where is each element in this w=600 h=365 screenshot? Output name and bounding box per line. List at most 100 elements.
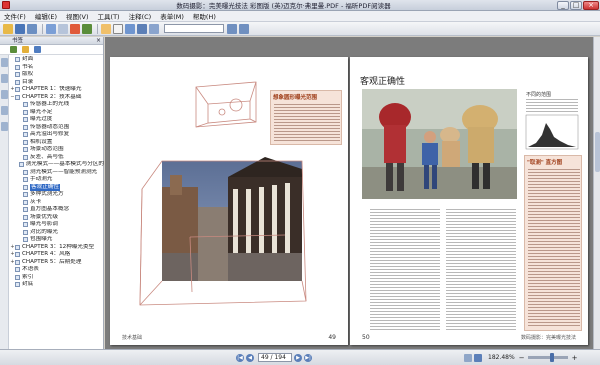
bookmark-item[interactable]: 对比的曝光 xyxy=(10,229,104,237)
hand-tool-icon[interactable] xyxy=(101,23,111,34)
zoom-level[interactable]: 182.48% xyxy=(488,354,515,361)
bookmark-item[interactable]: 传感器上的光线 xyxy=(10,101,104,109)
bookmark-options-icon[interactable] xyxy=(34,46,41,53)
expand-bookmark-icon[interactable] xyxy=(10,46,17,53)
find-prev-icon[interactable] xyxy=(227,23,237,34)
open-icon[interactable] xyxy=(3,23,13,34)
bookmark-item[interactable]: 曝光过度 xyxy=(10,116,104,124)
print-icon[interactable] xyxy=(27,23,37,34)
bookmark-label: 曝光不足 xyxy=(30,108,53,115)
status-bar: |◀ ◀ 49 / 194 ▶ ▶| 182.48% − + xyxy=(0,349,600,365)
bookmark-item[interactable]: 版权 xyxy=(10,71,104,79)
save-icon[interactable] xyxy=(15,23,25,34)
bookmark-label: 术语表 xyxy=(22,266,39,272)
bookmark-label: 直方图基本概念 xyxy=(30,206,70,212)
bookmark-item[interactable]: 相机设置 xyxy=(10,139,104,147)
bookmark-icon xyxy=(23,169,28,175)
minimize-button[interactable]: _ xyxy=(557,0,569,10)
bookmark-item[interactable]: 曝光不足 xyxy=(10,109,104,117)
zoom-slider[interactable] xyxy=(527,353,568,362)
bookmark-icon xyxy=(15,57,20,63)
menu-bar: 文件(F) 编辑(E) 视图(V) 工具(T) 注释(C) 表单(M) 帮助(H… xyxy=(0,11,600,22)
menu-file[interactable]: 文件(F) xyxy=(4,11,26,21)
panel-close-icon[interactable]: × xyxy=(96,37,101,45)
bookmark-label: 曝光过度 xyxy=(30,116,53,122)
scrollbar-thumb[interactable] xyxy=(595,132,600,172)
find-next-icon[interactable] xyxy=(239,23,249,34)
snapshot-icon[interactable] xyxy=(125,23,135,34)
bookmark-item[interactable]: 曝光与影调 xyxy=(10,221,104,229)
bookmark-item[interactable]: 反差、高与低 xyxy=(10,154,104,162)
find-input[interactable] xyxy=(164,24,224,33)
bookmark-label: 客观正确性 xyxy=(30,183,60,191)
menu-edit[interactable]: 编辑(E) xyxy=(35,11,57,21)
prev-page-icon[interactable]: ◀ xyxy=(246,353,254,362)
attachments-tab-icon[interactable] xyxy=(1,122,8,131)
menu-comment[interactable]: 注释(C) xyxy=(129,11,152,21)
undo-icon[interactable] xyxy=(82,23,92,34)
menu-help[interactable]: 帮助(H) xyxy=(193,11,216,21)
bookmark-item[interactable]: 手动测光 xyxy=(10,176,104,184)
bookmark-item[interactable]: 场景优先级 xyxy=(10,214,104,222)
body-text-column-1 xyxy=(370,207,440,332)
bookmark-label: 对比的曝光 xyxy=(30,228,58,235)
next-page-icon[interactable]: ▶ xyxy=(294,353,302,362)
bookmark-item[interactable]: + CHAPTER 5：后期处理 xyxy=(10,259,104,267)
zoom-in-icon[interactable]: + xyxy=(572,354,578,362)
bookmark-item[interactable]: 测光模式——智能预测测光 xyxy=(10,169,104,177)
maximize-button[interactable]: □ xyxy=(570,0,582,10)
bookmark-item[interactable]: 测光模式——基本模式与分区的 xyxy=(10,161,104,169)
menu-view[interactable]: 视图(V) xyxy=(66,11,89,21)
zoom-slider-knob[interactable] xyxy=(549,353,554,362)
bookmark-panel: 书签 × 封面 书名 版权 目录 + CHAPTER 1：快速曝光 − CHAPTER 2：技… xyxy=(0,37,104,349)
zoom-out-icon[interactable]: − xyxy=(519,354,525,362)
page-number-input[interactable]: 49 / 194 xyxy=(258,353,292,362)
bookmark-item[interactable]: 封面 xyxy=(10,56,104,64)
last-page-icon[interactable]: ▶| xyxy=(304,353,312,362)
bookmark-item[interactable]: 术语表 xyxy=(10,266,104,274)
layers-tab-icon[interactable] xyxy=(1,90,8,99)
bookmark-item[interactable]: 灰卡 xyxy=(10,199,104,207)
pages-tab-icon[interactable] xyxy=(1,74,8,83)
bookmark-item[interactable]: 书名 xyxy=(10,64,104,72)
bookmark-item[interactable]: 客观正确性 xyxy=(10,183,104,191)
menu-form[interactable]: 表单(M) xyxy=(160,11,184,21)
select-text-icon[interactable] xyxy=(113,23,123,34)
pdf-icon[interactable] xyxy=(70,23,80,34)
bookmark-icon xyxy=(23,117,28,123)
document-view[interactable]: 想象圆形曝光范围 技术基础 49 客观正确性 不同的范围 "取测" 直方图 50… xyxy=(105,37,600,349)
bookmark-icon xyxy=(23,102,28,108)
bookmark-item[interactable]: 索引 xyxy=(10,274,104,282)
bookmarks-tab-icon[interactable] xyxy=(1,58,8,67)
bookmark-item[interactable]: + CHAPTER 1：快速曝光 xyxy=(10,86,104,94)
comments-tab-icon[interactable] xyxy=(1,106,8,115)
email-icon[interactable] xyxy=(46,23,56,34)
facing-pages-icon[interactable] xyxy=(474,353,482,362)
bookmark-item[interactable]: + CHAPTER 3：12种曝光类型 xyxy=(10,244,104,252)
copy-icon[interactable] xyxy=(58,23,68,34)
close-button[interactable]: × xyxy=(583,0,599,10)
toolbar-separator xyxy=(42,23,43,34)
bookmark-item[interactable]: + CHAPTER 4：风格 xyxy=(10,251,104,259)
bookmark-item[interactable]: 传感器动态范围 xyxy=(10,124,104,132)
new-bookmark-icon[interactable] xyxy=(22,46,29,53)
bookmark-label: 场景优先级 xyxy=(30,213,58,220)
note-title: 想象圆形曝光范围 xyxy=(273,95,318,101)
bookmark-item[interactable]: 场景动态范围 xyxy=(10,146,104,154)
bookmark-icon xyxy=(23,207,28,213)
bookmark-item[interactable]: − CHAPTER 2：技术基础 xyxy=(10,94,104,102)
bookmark-item[interactable]: 目录 xyxy=(10,79,104,87)
right-page-number: 50 xyxy=(362,334,370,341)
side-text-lines xyxy=(526,97,578,113)
vertical-scrollbar[interactable] xyxy=(593,37,600,349)
first-page-icon[interactable]: |◀ xyxy=(236,353,244,362)
menu-tools[interactable]: 工具(T) xyxy=(98,11,120,21)
bookmark-item[interactable]: 直方图基本概念 xyxy=(10,206,104,214)
bookmark-item[interactable]: 封底 xyxy=(10,281,104,289)
typewriter-icon[interactable] xyxy=(149,23,159,34)
bookmark-item[interactable]: 高光溢出与修复 xyxy=(10,131,104,139)
zoom-icon[interactable] xyxy=(137,23,147,34)
bookmark-item[interactable]: 包围曝光 xyxy=(10,236,104,244)
bookmark-item[interactable]: 多种式测光方 xyxy=(10,191,104,199)
single-page-icon[interactable] xyxy=(464,353,472,362)
